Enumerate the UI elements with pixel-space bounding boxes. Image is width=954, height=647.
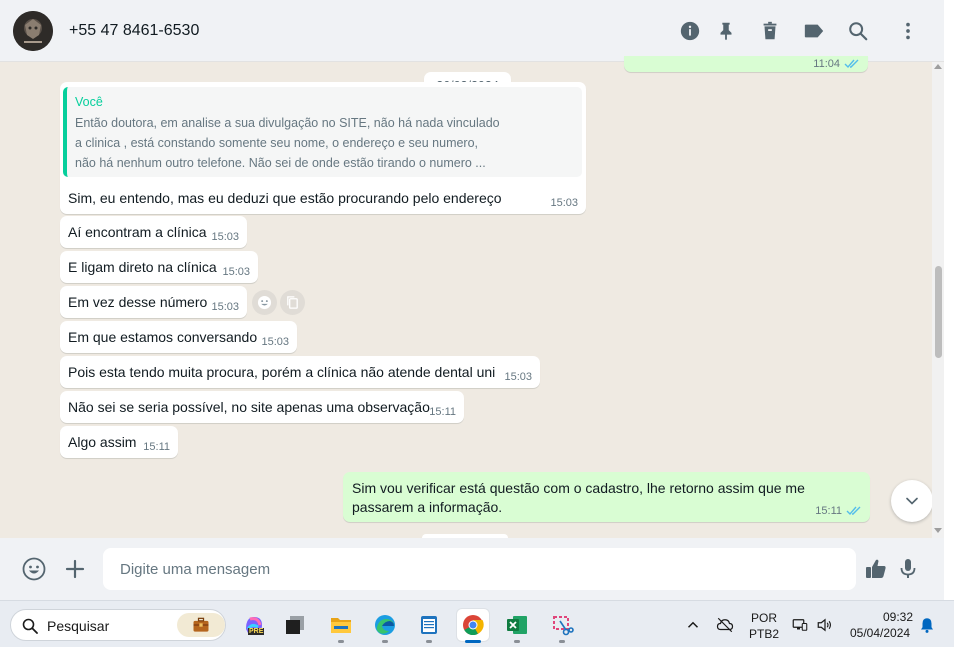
message-bubble-incoming[interactable]: Aí encontram a clínica 15:03 bbox=[60, 216, 247, 248]
thumbs-up-icon[interactable] bbox=[863, 556, 889, 582]
file-explorer-icon[interactable] bbox=[325, 609, 357, 641]
message-time: 15:03 bbox=[550, 197, 578, 209]
running-indicator bbox=[514, 640, 520, 643]
message-text: passarem a informação. bbox=[352, 499, 503, 515]
message-text: Em vez desse número bbox=[68, 294, 208, 310]
message-time: 15:11 bbox=[815, 505, 842, 517]
emoji-icon[interactable] bbox=[21, 556, 47, 582]
message-text: Sim vou verificar está questão com o cad… bbox=[352, 480, 805, 496]
message-time: 15:11 bbox=[429, 406, 456, 418]
chevron-down-icon bbox=[906, 497, 918, 505]
active-indicator bbox=[465, 640, 481, 643]
message-bubble-outgoing[interactable]: 11:04 bbox=[624, 56, 868, 72]
message-input[interactable] bbox=[103, 548, 856, 590]
pin-icon[interactable] bbox=[714, 19, 738, 43]
message-text: Algo assim bbox=[68, 434, 137, 450]
scrollbar-thumb[interactable] bbox=[935, 266, 942, 358]
message-time: 15:03 bbox=[211, 231, 239, 243]
message-bubble-incoming[interactable]: Pois esta tendo muita procura, porém a c… bbox=[60, 356, 540, 388]
message-bubble-outgoing[interactable]: Sim vou verificar está questão com o cad… bbox=[343, 472, 870, 522]
chat-header: +55 47 8461-6530 bbox=[0, 0, 944, 62]
message-text: Em que estamos conversando bbox=[68, 329, 258, 345]
message-composer bbox=[0, 538, 944, 600]
volume-icon[interactable] bbox=[815, 615, 835, 635]
search-label: Pesquisar bbox=[47, 618, 110, 634]
onedrive-offline-icon[interactable] bbox=[715, 615, 735, 635]
info-icon[interactable] bbox=[678, 19, 702, 43]
quoted-text-line: não há nenhum outro telefone. Não sei de… bbox=[75, 156, 486, 170]
scroll-up-arrow-icon[interactable] bbox=[934, 63, 942, 69]
message-text: Sim, eu entendo, mas eu deduzi que estão… bbox=[68, 190, 502, 206]
label-icon[interactable] bbox=[802, 19, 826, 43]
message-text: Não sei se seria possível, no site apena… bbox=[68, 399, 430, 415]
taskbar-search[interactable]: Pesquisar bbox=[10, 609, 226, 641]
network-icon[interactable] bbox=[790, 615, 810, 635]
window-edge bbox=[944, 0, 954, 600]
message-text: Aí encontram a clínica bbox=[68, 224, 207, 240]
contact-avatar[interactable] bbox=[13, 11, 53, 51]
chrome-browser-icon[interactable] bbox=[457, 609, 489, 641]
message-bubble-incoming[interactable]: E ligam direto na clínica 15:03 bbox=[60, 251, 258, 283]
attach-plus-icon[interactable] bbox=[62, 556, 88, 582]
quoted-author: Você bbox=[75, 95, 103, 109]
clock-date[interactable]: 05/04/2024 bbox=[850, 626, 910, 640]
keyboard-layout-indicator[interactable]: PTB2 bbox=[749, 627, 779, 641]
copy-icon bbox=[287, 296, 298, 309]
notification-bell-icon[interactable] bbox=[917, 615, 937, 635]
running-indicator bbox=[338, 640, 344, 643]
message-bubble-incoming[interactable]: Não sei se seria possível, no site apena… bbox=[60, 391, 464, 423]
excel-icon[interactable] bbox=[501, 609, 533, 641]
briefcase-icon[interactable] bbox=[177, 613, 225, 637]
edge-browser-icon[interactable] bbox=[369, 609, 401, 641]
quoted-message[interactable]: Você Então doutora, em analise a sua div… bbox=[63, 87, 582, 177]
microphone-icon[interactable] bbox=[895, 556, 921, 582]
clock-time[interactable]: 09:32 bbox=[883, 610, 913, 624]
emoji-icon bbox=[257, 295, 272, 310]
windows-taskbar: Pesquisar PRE POR PTB2 09:32 05/04/2024 bbox=[0, 600, 954, 647]
message-bubble-incoming[interactable]: Algo assim 15:11 bbox=[60, 426, 178, 458]
search-icon bbox=[22, 618, 38, 634]
task-view-icon[interactable] bbox=[279, 609, 311, 641]
search-icon[interactable] bbox=[846, 19, 870, 43]
copilot-app-icon[interactable]: PRE bbox=[238, 609, 270, 641]
react-emoji-button[interactable] bbox=[252, 290, 277, 315]
language-indicator[interactable]: POR bbox=[751, 611, 777, 625]
running-indicator bbox=[559, 640, 565, 643]
quoted-text-line: Então doutora, em analise a sua divulgaç… bbox=[75, 116, 500, 130]
message-bubble-incoming[interactable]: Em vez desse número 15:03 bbox=[60, 286, 247, 318]
chevron-up-icon[interactable] bbox=[683, 615, 703, 635]
message-time: 15:11 bbox=[143, 441, 170, 453]
message-time: 15:03 bbox=[261, 336, 289, 348]
message-text: E ligam direto na clínica bbox=[68, 259, 217, 275]
snipping-tool-icon[interactable] bbox=[546, 609, 578, 641]
quoted-text-line: a clinica , está constando somente seu n… bbox=[75, 136, 479, 150]
message-time: 15:03 bbox=[211, 301, 239, 313]
message-time: 11:04 bbox=[813, 58, 840, 70]
message-bubble-incoming[interactable]: Em que estamos conversando 15:03 bbox=[60, 321, 297, 353]
message-time: 15:03 bbox=[222, 266, 250, 278]
message-text: Pois esta tendo muita procura, porém a c… bbox=[68, 364, 496, 380]
delete-icon[interactable] bbox=[758, 19, 782, 43]
message-time: 15:03 bbox=[504, 371, 532, 383]
read-receipt-icon bbox=[844, 59, 859, 69]
scroll-to-bottom-button[interactable] bbox=[891, 480, 933, 522]
read-receipt-icon bbox=[846, 506, 861, 516]
running-indicator bbox=[382, 640, 388, 643]
running-indicator bbox=[426, 640, 432, 643]
menu-icon[interactable] bbox=[896, 19, 920, 43]
scroll-down-arrow-icon[interactable] bbox=[934, 528, 942, 534]
copilot-badge: PRE bbox=[248, 628, 265, 635]
notepad-icon[interactable] bbox=[413, 609, 445, 641]
contact-name[interactable]: +55 47 8461-6530 bbox=[69, 22, 199, 40]
copy-button[interactable] bbox=[280, 290, 305, 315]
